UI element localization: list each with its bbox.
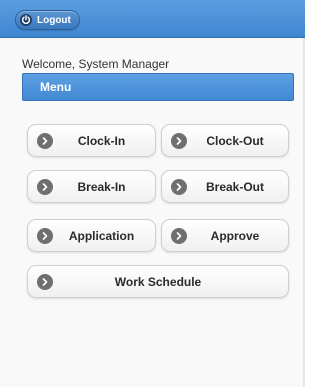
chevron-right-icon: [171, 179, 187, 195]
header-bar: Logout: [0, 0, 305, 38]
logout-label: Logout: [37, 14, 71, 26]
chevron-right-icon: [171, 133, 187, 149]
chevron-right-icon: [37, 228, 53, 244]
chevron-right-icon: [37, 274, 53, 290]
chevron-right-icon: [37, 179, 53, 195]
break-in-button[interactable]: Break-In: [27, 170, 156, 203]
application-button[interactable]: Application: [27, 219, 156, 252]
break-out-button[interactable]: Break-Out: [161, 170, 289, 203]
clock-in-button[interactable]: Clock-In: [27, 124, 156, 157]
menu-header: Menu: [22, 73, 294, 101]
chevron-right-icon: [171, 228, 187, 244]
work-schedule-button[interactable]: Work Schedule: [27, 265, 289, 298]
chevron-right-icon: [37, 133, 53, 149]
clock-out-button[interactable]: Clock-Out: [161, 124, 289, 157]
logout-button[interactable]: Logout: [15, 10, 80, 30]
work-schedule-label: Work Schedule: [114, 274, 202, 289]
app-page: Logout Welcome, System Manager Menu Cloc…: [0, 0, 305, 387]
approve-button[interactable]: Approve: [161, 219, 289, 252]
welcome-text: Welcome, System Manager: [22, 57, 170, 71]
power-icon: [20, 14, 32, 26]
menu-title: Menu: [40, 80, 72, 94]
